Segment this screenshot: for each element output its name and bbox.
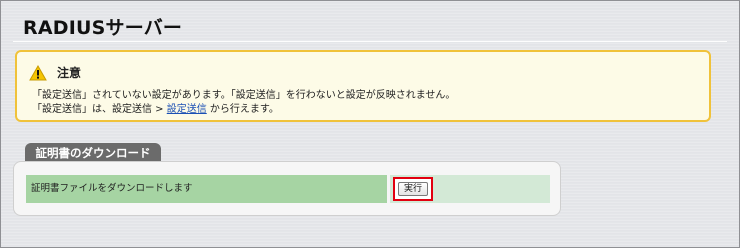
notice-message: 「設定送信」されていない設定があります。「設定送信」を行わないと設定が反映されま… <box>32 90 456 101</box>
execute-button-highlight: 実行 <box>393 177 433 201</box>
settings-send-link[interactable]: 設定送信 <box>167 104 207 115</box>
warning-icon <box>29 64 47 80</box>
download-row-action: 実行 <box>390 175 550 203</box>
notice-hint-prefix: 「設定送信」は、設定送信 > <box>32 104 167 115</box>
notice-header: 注意 <box>29 64 81 81</box>
section-tab-certificate-download: 証明書のダウンロード <box>25 143 161 163</box>
notice-hint-suffix: から行えます。 <box>206 104 279 115</box>
notice-hint: 「設定送信」は、設定送信 > 設定送信 から行えます。 <box>32 100 279 115</box>
download-row-label: 証明書ファイルをダウンロードします <box>26 175 387 203</box>
notice-title: 注意 <box>57 66 82 80</box>
execute-button[interactable]: 実行 <box>398 182 428 196</box>
page-title: RADIUSサーバー <box>23 17 183 39</box>
download-row: 証明書ファイルをダウンロードします 実行 <box>26 175 550 203</box>
certificate-download-panel: 証明書ファイルをダウンロードします 実行 <box>13 161 561 216</box>
notice-box: 注意 「設定送信」されていない設定があります。「設定送信」を行わないと設定が反映… <box>15 50 711 122</box>
title-divider <box>13 41 727 42</box>
